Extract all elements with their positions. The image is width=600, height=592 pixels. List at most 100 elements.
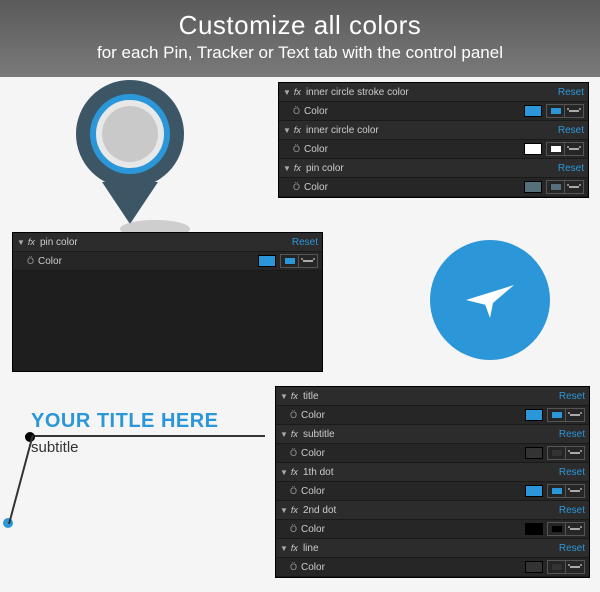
color-control[interactable] [547, 560, 585, 574]
effect-name: 1th dot [303, 467, 559, 478]
color-control[interactable] [546, 142, 584, 156]
stopwatch-icon[interactable]: Ö [290, 410, 297, 420]
color-swatch[interactable] [258, 255, 276, 267]
text-preview: YOUR TITLE HERE subtitle [25, 410, 265, 456]
header-title: Customize all colors [0, 10, 600, 41]
effect-name: pin color [40, 237, 292, 248]
effect-header[interactable]: ▼fx inner circle stroke colorReset [279, 83, 588, 102]
pin-tip [102, 182, 158, 224]
link-icon[interactable] [303, 260, 313, 262]
link-icon[interactable] [569, 148, 579, 150]
color-swatch[interactable] [525, 523, 543, 535]
color-control[interactable] [547, 446, 585, 460]
color-label: Color [301, 448, 525, 459]
effect-header[interactable]: ▼fx1th dotReset [276, 463, 589, 482]
link-icon[interactable] [570, 414, 580, 416]
effect-header[interactable]: ▼fx2nd dotReset [276, 501, 589, 520]
effect-color-row: Ö Color [279, 102, 588, 121]
twirl-down-icon[interactable]: ▼ [17, 238, 25, 247]
effect-name: inner circle stroke color [306, 87, 558, 98]
twirl-down-icon[interactable]: ▼ [280, 430, 288, 439]
color-swatch[interactable] [525, 409, 543, 421]
reset-link[interactable]: Reset [559, 543, 585, 554]
link-icon[interactable] [570, 528, 580, 530]
twirl-down-icon[interactable]: ▼ [283, 164, 291, 173]
stopwatch-icon[interactable]: Ö [290, 562, 297, 572]
link-icon[interactable] [570, 566, 580, 568]
effect-name: pin color [306, 163, 558, 174]
connector-line [8, 435, 34, 524]
header-subtitle: for each Pin, Tracker or Text tab with t… [0, 43, 600, 63]
effect-color-row: ÖColor [279, 178, 588, 197]
color-swatch[interactable] [524, 181, 542, 193]
color-swatch[interactable] [525, 561, 543, 573]
stopwatch-icon[interactable]: Ö [293, 106, 300, 116]
link-icon[interactable] [570, 452, 580, 454]
effect-header[interactable]: ▼fxpin colorReset [279, 159, 588, 178]
reset-link[interactable]: Reset [558, 87, 584, 98]
effect-color-row: ÖColor [276, 482, 589, 501]
link-icon[interactable] [570, 490, 580, 492]
fx-icon: fx [291, 391, 298, 401]
stopwatch-icon[interactable]: Ö [290, 448, 297, 458]
color-swatch[interactable] [524, 105, 542, 117]
fx-icon: fx [294, 125, 301, 135]
reset-link[interactable]: Reset [292, 237, 318, 248]
effect-name: line [303, 543, 559, 554]
color-label: Color [301, 562, 525, 573]
effect-header[interactable]: ▼fx inner circle colorReset [279, 121, 588, 140]
paper-plane-icon [460, 270, 520, 330]
color-control[interactable] [546, 180, 584, 194]
color-label: Color [301, 410, 525, 421]
twirl-down-icon[interactable]: ▼ [280, 468, 288, 477]
link-icon[interactable] [569, 186, 579, 188]
effect-color-row: Ö Color [279, 140, 588, 159]
color-control[interactable] [546, 104, 584, 118]
reset-link[interactable]: Reset [559, 505, 585, 516]
effect-name: title [303, 391, 559, 402]
stopwatch-icon[interactable]: Ö [27, 256, 34, 266]
reset-link[interactable]: Reset [558, 163, 584, 174]
color-swatch[interactable] [525, 485, 543, 497]
tracker-preview [430, 240, 550, 360]
fx-icon: fx [28, 237, 35, 247]
pin-preview [60, 80, 200, 240]
effect-header[interactable]: ▼fxtitleReset [276, 387, 589, 406]
effect-name: inner circle color [306, 125, 558, 136]
color-control[interactable] [547, 408, 585, 422]
effects-panel-tracker: ▼fx pin colorReset Ö Color [12, 232, 323, 372]
stopwatch-icon[interactable]: Ö [293, 182, 300, 192]
effect-color-row: Ö Color [276, 444, 589, 463]
reset-link[interactable]: Reset [559, 467, 585, 478]
effect-header[interactable]: ▼fx pin colorReset [13, 233, 322, 252]
color-swatch[interactable] [524, 143, 542, 155]
twirl-down-icon[interactable]: ▼ [280, 506, 288, 515]
twirl-down-icon[interactable]: ▼ [280, 544, 288, 553]
reset-link[interactable]: Reset [559, 391, 585, 402]
color-control[interactable] [547, 484, 585, 498]
fx-icon: fx [294, 87, 301, 97]
stopwatch-icon[interactable]: Ö [293, 144, 300, 154]
color-control[interactable] [280, 254, 318, 268]
twirl-down-icon[interactable]: ▼ [280, 392, 288, 401]
header: Customize all colors for each Pin, Track… [0, 0, 600, 77]
effect-header[interactable]: ▼fxsubtitleReset [276, 425, 589, 444]
color-swatch[interactable] [525, 447, 543, 459]
twirl-down-icon[interactable]: ▼ [283, 126, 291, 135]
effect-color-row: Ö Color [276, 406, 589, 425]
stopwatch-icon[interactable]: Ö [290, 524, 297, 534]
stopwatch-icon[interactable]: Ö [290, 486, 297, 496]
pin-inner [102, 106, 158, 162]
color-label: Color [304, 144, 524, 155]
reset-link[interactable]: Reset [558, 125, 584, 136]
reset-link[interactable]: Reset [559, 429, 585, 440]
color-label: Color [38, 256, 258, 267]
twirl-down-icon[interactable]: ▼ [283, 88, 291, 97]
preview-title: YOUR TITLE HERE [31, 410, 219, 432]
color-control[interactable] [547, 522, 585, 536]
effect-header[interactable]: ▼fxlineReset [276, 539, 589, 558]
effect-name: subtitle [303, 429, 559, 440]
effect-color-row: ÖColor [276, 520, 589, 539]
link-icon[interactable] [569, 110, 579, 112]
color-label: Color [304, 106, 524, 117]
